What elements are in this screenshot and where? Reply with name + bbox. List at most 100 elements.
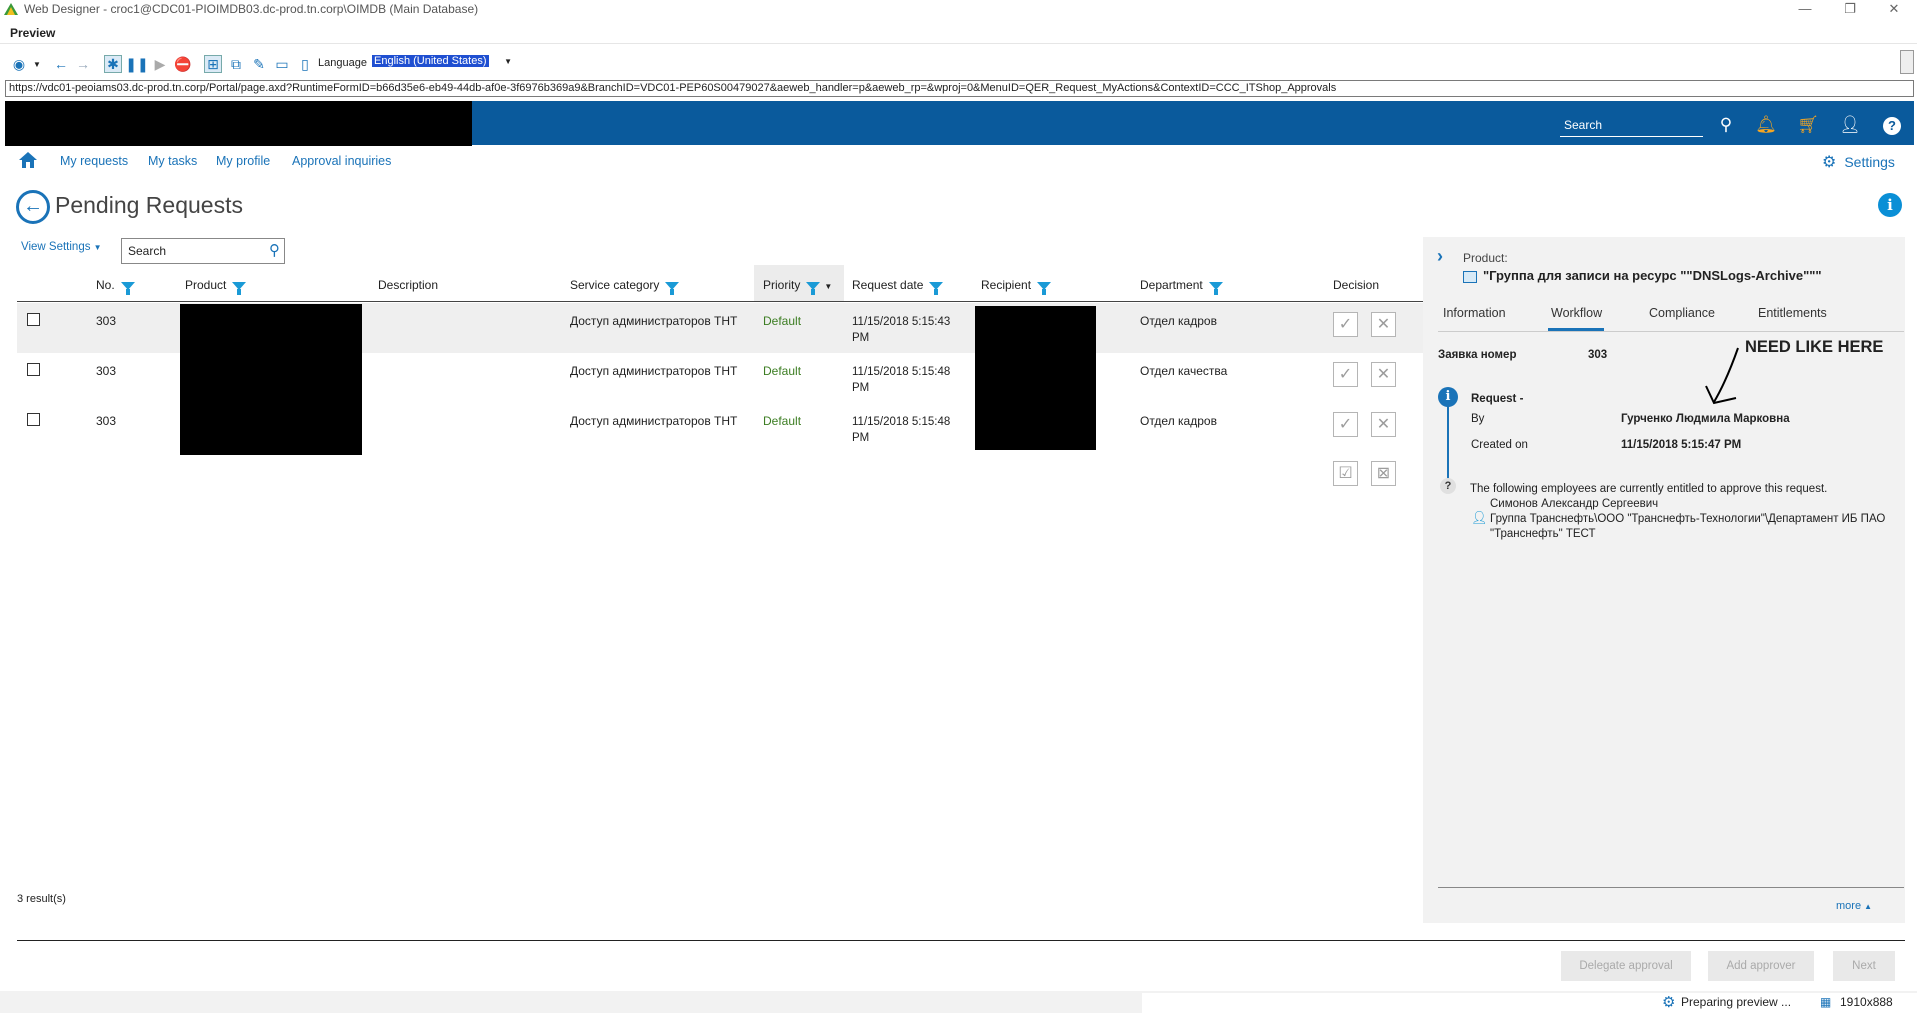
deny-all-icon[interactable]: ⊠: [1371, 461, 1396, 486]
edit-icon[interactable]: ✎: [250, 55, 268, 73]
request-number-value: 303: [1588, 349, 1608, 361]
deny-icon[interactable]: ✕: [1371, 362, 1396, 387]
col-description[interactable]: Description: [378, 278, 438, 292]
designer-toolbar: ◉ ▼ ← → ✱ ❚❚ ▶ ⛔ ⊞ ⧉ ✎ ▭ ▯ Language Engl…: [0, 50, 1917, 78]
row-checkbox[interactable]: [27, 313, 40, 326]
request-number-label: Заявка номер: [1438, 349, 1517, 361]
workflow-timeline: [1447, 400, 1449, 488]
dropdown-arrow-icon[interactable]: ▼: [28, 55, 46, 73]
col-product[interactable]: Product: [185, 278, 247, 295]
redacted-product-column: [180, 304, 362, 455]
filter-icon[interactable]: [1037, 281, 1052, 295]
help-icon[interactable]: ?: [1881, 114, 1903, 136]
loading-gear-icon: ⚙: [1662, 994, 1676, 1011]
nav-my-profile[interactable]: My profile: [216, 154, 270, 168]
cell-department: Отдел качества: [1140, 364, 1228, 378]
debug-icon[interactable]: ✱: [104, 55, 122, 73]
settings-link[interactable]: ⚙ Settings: [1822, 152, 1895, 172]
col-no[interactable]: No.: [96, 278, 135, 295]
deny-icon[interactable]: ✕: [1371, 312, 1396, 337]
cell-request-date: 11/15/2018 5:15:48 PM: [852, 366, 951, 394]
approve-all-icon[interactable]: ☑: [1333, 461, 1358, 486]
more-link[interactable]: more ▲: [1836, 900, 1872, 912]
gear-icon: ⚙: [1822, 154, 1837, 171]
view-settings-button[interactable]: View Settings ▼: [21, 241, 102, 253]
stop-icon[interactable]: ⛔: [174, 55, 192, 73]
approve-icon[interactable]: ✓: [1333, 362, 1358, 387]
nav-my-tasks[interactable]: My tasks: [148, 154, 197, 168]
home-icon[interactable]: [18, 151, 38, 169]
tab-workflow[interactable]: Workflow: [1551, 306, 1602, 320]
resolution-icon: ▦: [1820, 995, 1832, 1009]
menu-preview[interactable]: Preview: [10, 26, 55, 40]
mobile-icon[interactable]: ▯: [296, 55, 314, 73]
col-request-date[interactable]: Request date: [852, 278, 944, 295]
browser-icon[interactable]: ◉: [10, 55, 28, 73]
url-bar[interactable]: https://vdc01-peoiams03.dc-prod.tn.corp/…: [5, 80, 1914, 97]
filter-icon[interactable]: [232, 281, 247, 295]
tab-information[interactable]: Information: [1443, 306, 1506, 320]
more-divider: [1438, 887, 1904, 888]
search-icon[interactable]: ⚲: [1715, 114, 1737, 136]
info-icon[interactable]: i: [1878, 193, 1902, 217]
approve-icon[interactable]: ✓: [1333, 312, 1358, 337]
filter-icon[interactable]: [1208, 281, 1223, 295]
nav-approval-inquiries[interactable]: Approval inquiries: [292, 154, 391, 168]
cell-service-category: Доступ администраторов ТНТ: [570, 364, 738, 378]
cart-icon[interactable]: 🛒︎: [1797, 114, 1819, 136]
language-select[interactable]: English (United States) ▼: [372, 55, 514, 72]
nav-my-requests[interactable]: My requests: [60, 154, 128, 168]
restore-button[interactable]: ❐: [1830, 0, 1870, 20]
approve-icon[interactable]: ✓: [1333, 412, 1358, 437]
play-icon[interactable]: ▶: [151, 55, 169, 73]
window-titlebar: Web Designer - croc1@CDC01-PIOIMDB03.dc-…: [0, 0, 1917, 20]
col-priority[interactable]: Priority ▼: [763, 278, 833, 295]
product-icon: [1463, 270, 1477, 283]
minimize-button[interactable]: —: [1785, 0, 1825, 20]
filter-icon[interactable]: [806, 281, 821, 295]
chevron-up-icon: ▲: [1864, 902, 1873, 911]
results-count: 3 result(s): [17, 893, 66, 905]
approver-group-line1: Группа Транснефть\ООО "Транснефть-Технол…: [1490, 513, 1886, 525]
back-button[interactable]: ←: [16, 190, 50, 224]
select-element-icon[interactable]: ⊞: [204, 55, 222, 73]
back-arrow-icon[interactable]: ←: [52, 55, 70, 73]
filter-icon[interactable]: [929, 281, 944, 295]
next-button[interactable]: Next: [1833, 951, 1895, 981]
col-recipient[interactable]: Recipient: [981, 278, 1052, 295]
filter-icon[interactable]: [665, 281, 680, 295]
cell-priority: Default: [763, 364, 802, 378]
close-window-button[interactable]: ✕: [1874, 0, 1914, 20]
filter-icon[interactable]: [120, 281, 135, 295]
cell-no: 303: [96, 314, 117, 328]
tab-compliance[interactable]: Compliance: [1649, 306, 1715, 320]
add-approver-button[interactable]: Add approver: [1708, 951, 1814, 981]
tabs-divider: [1438, 331, 1904, 332]
cell-department: Отдел кадров: [1140, 314, 1217, 328]
pause-icon[interactable]: ❚❚: [125, 55, 148, 73]
chevron-down-icon: ▼: [93, 243, 102, 252]
collapse-pane-icon[interactable]: ›: [1437, 246, 1443, 267]
desktop-icon[interactable]: ▭: [273, 55, 291, 73]
row-checkbox[interactable]: [27, 413, 40, 426]
workflow-by-value: Гурченко Людмила Марковна: [1621, 413, 1790, 425]
sort-desc-icon: ▼: [824, 282, 833, 291]
question-icon: ?: [1440, 478, 1456, 494]
forward-arrow-icon[interactable]: →: [74, 55, 92, 73]
grid-search-input[interactable]: Search ⚲: [121, 238, 285, 264]
cell-service-category: Доступ администраторов ТНТ: [570, 414, 738, 428]
delegate-approval-button[interactable]: Delegate approval: [1561, 951, 1691, 981]
inspect-icon[interactable]: ⧉: [227, 55, 245, 73]
row-checkbox[interactable]: [27, 363, 40, 376]
user-icon[interactable]: 👤︎: [1839, 114, 1861, 136]
col-service-category[interactable]: Service category: [570, 278, 680, 295]
workflow-created-value: 11/15/2018 5:15:47 PM: [1621, 439, 1742, 451]
col-decision: Decision: [1333, 278, 1380, 292]
header-search-input[interactable]: Search: [1560, 113, 1703, 137]
search-icon[interactable]: ⚲: [269, 241, 280, 259]
deny-icon[interactable]: ✕: [1371, 412, 1396, 437]
col-department[interactable]: Department: [1140, 278, 1223, 295]
toolbar-scroll-handle[interactable]: [1900, 50, 1914, 74]
notification-bell-icon[interactable]: 🔔︎: [1755, 114, 1777, 136]
tab-entitlements[interactable]: Entitlements: [1758, 306, 1827, 320]
